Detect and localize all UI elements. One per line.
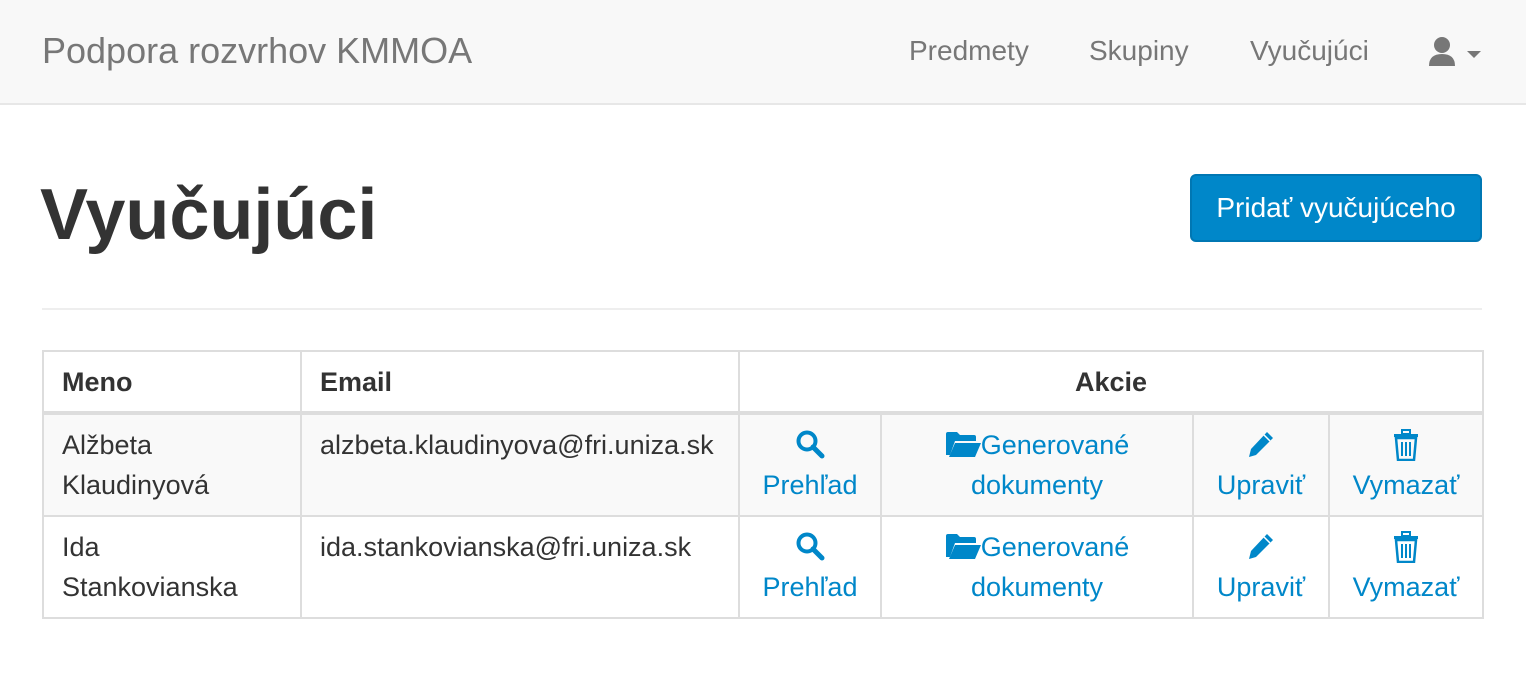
generated-documents-link[interactable]: Generované dokumenty <box>945 527 1130 607</box>
column-header-email: Email <box>300 350 740 415</box>
table-row: Ida Stankovianska ida.stankovianska@fri.… <box>42 515 1484 619</box>
trash-icon <box>1390 425 1422 465</box>
page-title: Vyučujúci <box>40 175 378 255</box>
overview-cell: Prehľad <box>738 412 882 517</box>
teacher-name-cell: Ida Stankovianska <box>42 515 302 619</box>
documents-cell: Generované dokumenty <box>880 515 1194 619</box>
teacher-email-cell: alzbeta.klaudinyova@fri.uniza.sk <box>300 412 740 517</box>
overview-cell: Prehľad <box>738 515 882 619</box>
divider <box>42 308 1482 310</box>
search-icon <box>794 527 826 567</box>
delete-cell: Vymazať <box>1328 515 1484 619</box>
delete-cell: Vymazať <box>1328 412 1484 517</box>
edit-cell: Upraviť <box>1192 515 1330 619</box>
teacher-name-cell: Alžbeta Klaudinyová <box>42 412 302 517</box>
brand-link[interactable]: Podpora rozvrhov KMMOA <box>42 30 472 72</box>
documents-cell: Generované dokumenty <box>880 412 1194 517</box>
edit-label: Upraviť <box>1216 572 1306 602</box>
folder-open-icon <box>945 425 981 461</box>
teacher-email-cell: ida.stankovianska@fri.uniza.sk <box>300 515 740 619</box>
table-header-row: Meno Email Akcie <box>42 350 1484 415</box>
user-icon <box>1429 37 1481 66</box>
delete-link[interactable]: Vymazať <box>1352 425 1460 505</box>
teacher-last-name: Klaudinyová <box>62 470 210 500</box>
overview-link[interactable]: Prehľad <box>762 425 858 505</box>
teachers-table: Meno Email Akcie Alžbeta Klaudinyová alz… <box>42 350 1484 619</box>
documents-label-line2: dokumenty <box>970 470 1104 500</box>
trash-icon <box>1390 527 1422 567</box>
overview-label: Prehľad <box>762 572 858 602</box>
edit-link[interactable]: Upraviť <box>1217 425 1305 505</box>
column-header-name: Meno <box>42 350 302 415</box>
overview-link[interactable]: Prehľad <box>762 527 858 607</box>
nav-link-skupiny[interactable]: Skupiny <box>1089 35 1189 67</box>
documents-label-line2: dokumenty <box>970 572 1104 602</box>
documents-label-line1: Generované <box>980 430 1130 460</box>
column-header-actions: Akcie <box>738 350 1484 415</box>
documents-label-line1: Generované <box>980 532 1130 562</box>
table-row: Alžbeta Klaudinyová alzbeta.klaudinyova@… <box>42 412 1484 517</box>
search-icon <box>794 425 826 465</box>
edit-label: Upraviť <box>1216 470 1306 500</box>
teacher-last-name: Stankovianska <box>62 572 238 602</box>
user-menu-dropdown[interactable] <box>1428 36 1484 70</box>
edit-cell: Upraviť <box>1192 412 1330 517</box>
generated-documents-link[interactable]: Generované dokumenty <box>945 425 1130 505</box>
add-teacher-button[interactable]: Pridať vyučujúceho <box>1190 174 1482 242</box>
overview-label: Prehľad <box>762 470 858 500</box>
teacher-first-name: Alžbeta <box>62 430 153 460</box>
folder-open-icon <box>945 527 981 563</box>
caret-down-icon <box>1467 51 1481 58</box>
pencil-icon <box>1245 527 1277 567</box>
delete-link[interactable]: Vymazať <box>1352 527 1460 607</box>
nav-link-predmety[interactable]: Predmety <box>909 35 1029 67</box>
delete-label: Vymazať <box>1352 572 1460 602</box>
teacher-first-name: Ida <box>62 532 100 562</box>
edit-link[interactable]: Upraviť <box>1217 527 1305 607</box>
delete-label: Vymazať <box>1352 470 1460 500</box>
nav-link-vyucujuci[interactable]: Vyučujúci <box>1250 35 1369 67</box>
navbar: Podpora rozvrhov KMMOA Predmety Skupiny … <box>0 0 1526 105</box>
pencil-icon <box>1245 425 1277 465</box>
